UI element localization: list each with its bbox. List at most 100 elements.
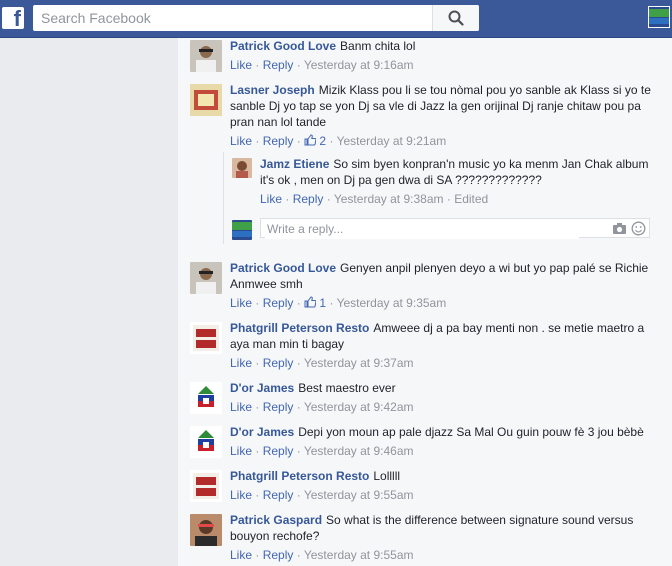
separator: · <box>329 134 334 148</box>
avatar[interactable] <box>190 470 222 502</box>
avatar[interactable] <box>190 40 222 72</box>
comments-panel: Patrick Good Love Banm chita lol Like · R… <box>178 38 672 566</box>
avatar[interactable] <box>190 426 222 458</box>
comment-item: Phatgrill Peterson Resto Lolllll Like · R… <box>190 468 660 502</box>
comment-author[interactable]: Lasner Joseph <box>230 83 315 97</box>
reply-author[interactable]: Jamz Etiene <box>260 157 329 171</box>
reply-link[interactable]: Reply <box>263 488 294 502</box>
avatar[interactable] <box>190 262 222 294</box>
search-icon <box>448 10 464 26</box>
avatar <box>232 220 252 240</box>
comment-author[interactable]: Patrick Good Love <box>230 39 336 53</box>
separator: · <box>255 134 260 148</box>
separator: · <box>296 134 301 148</box>
comment-timestamp[interactable]: Yesterday at 9:35am <box>337 296 447 310</box>
comment-timestamp[interactable]: Yesterday at 9:55am <box>304 488 414 502</box>
comment-timestamp[interactable]: Yesterday at 9:37am <box>304 356 414 370</box>
like-link[interactable]: Like <box>260 192 282 206</box>
comment-timestamp[interactable]: Yesterday at 9:55am <box>304 548 414 562</box>
like-count[interactable]: 2 <box>304 134 326 148</box>
separator: · <box>285 192 290 206</box>
separator: · <box>446 192 451 206</box>
reply-link[interactable]: Reply <box>263 444 294 458</box>
like-link[interactable]: Like <box>230 58 252 72</box>
like-link[interactable]: Like <box>230 134 252 148</box>
separator: · <box>255 296 260 310</box>
separator: · <box>255 356 260 370</box>
reply-item: Jamz Etiene So sim byen konpran'n music y… <box>232 156 652 206</box>
separator: · <box>296 296 301 310</box>
emoji-icon[interactable] <box>631 221 646 236</box>
separator: · <box>255 400 260 414</box>
comment-timestamp[interactable]: Yesterday at 9:21am <box>337 134 447 148</box>
search-button[interactable] <box>432 5 479 31</box>
separator: · <box>329 296 334 310</box>
comment-timestamp[interactable]: Yesterday at 9:16am <box>304 58 414 72</box>
comment-item: Lasner Joseph Mizik Klass pou li se tou n… <box>190 82 660 148</box>
comment-item: Patrick Gaspard So what is the difference… <box>190 512 660 562</box>
separator: · <box>296 488 301 502</box>
comment-author[interactable]: Patrick Good Love <box>230 261 336 275</box>
comment-timestamp[interactable]: Yesterday at 9:42am <box>304 400 414 414</box>
reply-link[interactable]: Reply <box>263 58 294 72</box>
separator: · <box>255 58 260 72</box>
reply-thread: Jamz Etiene So sim byen konpran'n music y… <box>223 152 654 244</box>
comment-author[interactable]: Phatgrill Peterson Resto <box>230 469 369 483</box>
write-reply-input[interactable] <box>265 219 579 239</box>
search-input[interactable] <box>39 5 443 31</box>
avatar[interactable] <box>190 382 222 414</box>
comment-item: Patrick Good Love Banm chita lol Like · R… <box>190 38 660 72</box>
reply-link[interactable]: Reply <box>293 192 324 206</box>
like-link[interactable]: Like <box>230 400 252 414</box>
avatar[interactable] <box>190 84 222 116</box>
comment-text: Banm chita lol <box>340 39 416 53</box>
avatar[interactable] <box>190 322 222 354</box>
comment-item: D'or James Depi yon moun ap pale djazz Sa… <box>190 424 660 458</box>
comment-author[interactable]: Phatgrill Peterson Resto <box>230 321 369 335</box>
separator: · <box>296 58 301 72</box>
separator: · <box>296 444 301 458</box>
like-link[interactable]: Like <box>230 548 252 562</box>
separator: · <box>255 548 260 562</box>
profile-picture-icon <box>649 7 669 27</box>
separator: · <box>296 400 301 414</box>
reply-timestamp[interactable]: Yesterday at 9:38am <box>334 192 444 206</box>
like-link[interactable]: Like <box>230 444 252 458</box>
like-link[interactable]: Like <box>230 356 252 370</box>
comment-author[interactable]: D'or James <box>230 425 294 439</box>
reply-link[interactable]: Reply <box>263 296 294 310</box>
comment-item: D'or James Best maestro ever Like · Reply… <box>190 380 660 414</box>
thumbs-up-icon <box>304 296 317 308</box>
comment-author[interactable]: D'or James <box>230 381 294 395</box>
reply-link[interactable]: Reply <box>263 134 294 148</box>
separator: · <box>296 548 301 562</box>
like-link[interactable]: Like <box>230 488 252 502</box>
profile-avatar[interactable] <box>648 6 670 28</box>
separator: · <box>326 192 331 206</box>
camera-icon[interactable] <box>612 222 627 235</box>
comment-text: Depi yon moun ap pale djazz Sa Mal Ou gu… <box>298 425 644 439</box>
facebook-logo-icon[interactable]: f <box>2 6 24 31</box>
avatar[interactable] <box>232 158 252 178</box>
reply-link[interactable]: Reply <box>263 548 294 562</box>
comment-timestamp[interactable]: Yesterday at 9:46am <box>304 444 414 458</box>
top-bar: f <box>0 0 672 38</box>
reply-link[interactable]: Reply <box>263 356 294 370</box>
reply-link[interactable]: Reply <box>263 400 294 414</box>
reply-field <box>260 218 650 239</box>
separator: · <box>255 488 260 502</box>
comment-text: Best maestro ever <box>298 381 396 395</box>
like-count[interactable]: 1 <box>304 296 326 310</box>
left-sidebar <box>0 38 179 566</box>
avatar[interactable] <box>190 514 222 546</box>
edited-label[interactable]: Edited <box>454 192 488 206</box>
separator: · <box>296 356 301 370</box>
thumbs-up-icon <box>304 134 317 146</box>
comment-item: Patrick Good Love Genyen anpil plenyen de… <box>190 260 660 310</box>
comment-author[interactable]: Patrick Gaspard <box>230 513 322 527</box>
comment-text: Lolllll <box>373 469 401 483</box>
separator: · <box>255 444 260 458</box>
search-box <box>33 5 479 31</box>
like-link[interactable]: Like <box>230 296 252 310</box>
comment-item: Phatgrill Peterson Resto Amweee dj a pa b… <box>190 320 660 370</box>
